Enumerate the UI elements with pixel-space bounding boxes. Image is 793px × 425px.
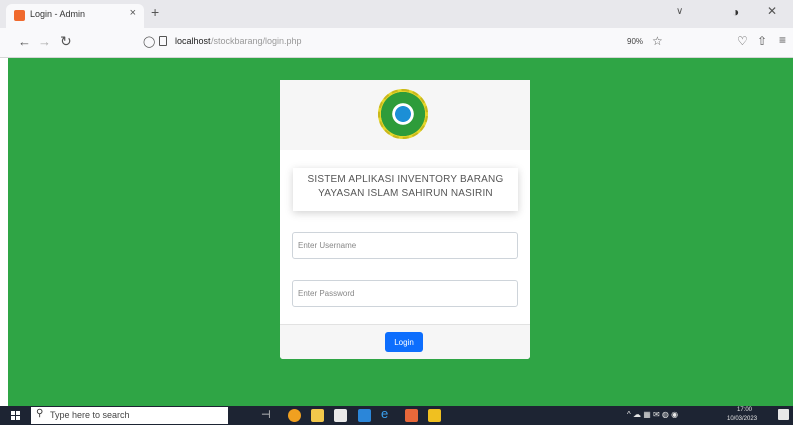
favicon-icon xyxy=(14,10,25,21)
windows-taskbar: ⚲ Type here to search ⊣ e ^ ☁ ▦ ✉ ◍ ◉ 17… xyxy=(0,406,793,425)
url-path: /stockbarang/login.php xyxy=(211,36,302,46)
tab-title: Login - Admin xyxy=(30,9,86,19)
window-close-icon[interactable]: ✕ xyxy=(767,4,777,18)
notification-icon[interactable] xyxy=(778,409,789,420)
search-icon: ⚲ xyxy=(36,408,44,419)
mail-icon[interactable] xyxy=(358,409,371,422)
task-view-icon[interactable]: ⊣ xyxy=(261,408,274,421)
browser-toolbar: ← → ↻ ◯ localhost /stockbarang/login.php xyxy=(0,28,793,58)
taskbar-search[interactable]: ⚲ Type here to search xyxy=(31,407,228,424)
firefox-icon[interactable] xyxy=(288,409,301,422)
browser-tab[interactable]: Login - Admin × xyxy=(6,4,144,28)
file-explorer-icon[interactable] xyxy=(311,409,324,422)
login-button[interactable]: Login xyxy=(385,332,423,352)
firefox-view-icon[interactable]: ◑ xyxy=(732,5,739,19)
page-viewport: SISTEM APLIKASI INVENTORY BARANG YAYASAN… xyxy=(8,58,793,406)
back-arrow-icon[interactable]: ← xyxy=(18,34,31,49)
tab-close-icon[interactable]: × xyxy=(130,7,136,19)
reload-icon[interactable]: ↻ xyxy=(60,33,72,50)
system-title-line1: SISTEM APLIKASI INVENTORY BARANG xyxy=(307,174,504,185)
sticky-notes-icon[interactable] xyxy=(428,409,441,422)
list-all-tabs-icon[interactable]: ∨ xyxy=(676,6,683,17)
zoom-level[interactable]: 90% xyxy=(627,37,643,46)
office-icon[interactable] xyxy=(405,409,418,422)
clock-time[interactable]: 17:00 xyxy=(737,407,752,413)
bookmark-star-icon[interactable]: ☆ xyxy=(652,34,663,48)
store-icon[interactable] xyxy=(334,409,347,422)
pocket-icon[interactable]: ♡ xyxy=(737,34,748,48)
logo-ring xyxy=(378,89,428,139)
taskbar-search-placeholder: Type here to search xyxy=(50,410,130,420)
edge-icon[interactable]: e xyxy=(381,406,394,421)
new-tab-button[interactable]: + xyxy=(151,4,159,20)
system-title-line2: YAYASAN ISLAM SAHIRUN NASIRIN xyxy=(318,188,493,199)
card-footer: Login xyxy=(280,324,530,359)
browser-tab-strip: Login - Admin × + ∨ ◑ ✕ xyxy=(0,0,793,28)
login-card: SISTEM APLIKASI INVENTORY BARANG YAYASAN… xyxy=(280,80,530,359)
system-title-box: SISTEM APLIKASI INVENTORY BARANG YAYASAN… xyxy=(293,168,518,211)
card-header xyxy=(280,80,530,150)
url-host: localhost xyxy=(175,36,211,46)
system-tray[interactable]: ^ ☁ ▦ ✉ ◍ ◉ xyxy=(627,410,678,419)
username-input[interactable] xyxy=(292,232,518,259)
extensions-icon[interactable]: ⇧ xyxy=(757,34,767,48)
clock-date[interactable]: 10/03/2023 xyxy=(727,416,757,422)
page-info-icon[interactable] xyxy=(159,36,167,46)
password-input[interactable] xyxy=(292,280,518,307)
menu-icon[interactable]: ≡ xyxy=(779,33,786,47)
tracking-shield-icon[interactable]: ◯ xyxy=(143,35,155,48)
forward-arrow-icon[interactable]: → xyxy=(38,34,51,49)
start-icon[interactable] xyxy=(11,411,20,420)
address-bar[interactable]: ◯ localhost /stockbarang/login.php xyxy=(135,32,675,54)
